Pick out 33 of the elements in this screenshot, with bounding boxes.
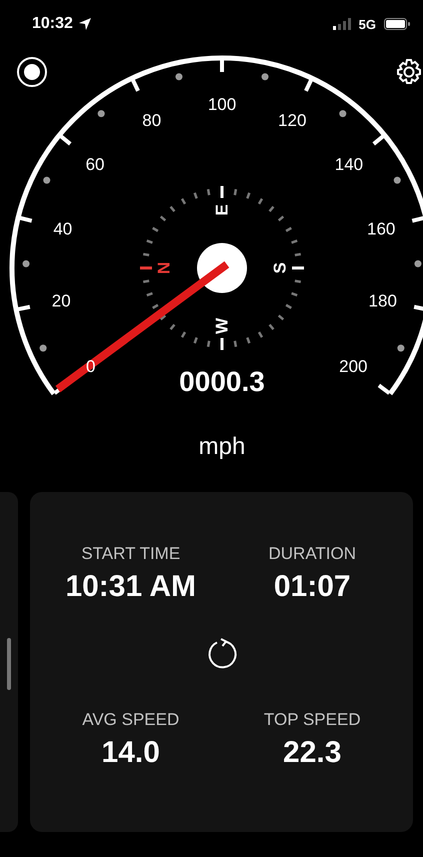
compass-letter: E (212, 204, 232, 216)
compass-letter: S (270, 262, 290, 274)
compass-letter: W (212, 318, 232, 334)
stat-label: DURATION (268, 544, 356, 564)
speed-unit: mph (198, 433, 246, 460)
stat-label: AVG SPEED (82, 710, 180, 730)
network-label: 5G (358, 16, 376, 32)
scale-label: 120 (278, 110, 306, 130)
stat-value: 10:31 AM (65, 570, 196, 604)
scroll-indicator (7, 638, 11, 690)
scale-label: 140 (334, 155, 364, 174)
speed-readout: 0000.3 (179, 366, 265, 397)
stat-label: START TIME (81, 544, 180, 564)
stat-value: 14.0 (102, 736, 160, 770)
needle-hub (197, 243, 247, 293)
status-time: 10:32 (32, 15, 73, 33)
stat-label: TOP SPEED (264, 710, 361, 730)
stat-value: 22.3 (283, 736, 342, 770)
scale-label: 200 (339, 357, 368, 376)
location-arrow-icon (78, 17, 92, 31)
signal-icon (332, 18, 351, 30)
scale-label: 180 (368, 292, 397, 311)
scale-label: 80 (142, 110, 162, 130)
record-button[interactable] (17, 57, 47, 87)
scale-label: 20 (52, 292, 71, 311)
scale-label: 160 (367, 220, 396, 239)
scale-label: 40 (53, 220, 72, 239)
settings-icon[interactable] (395, 58, 423, 86)
scale-label: 100 (208, 95, 236, 114)
compass-letter: N (154, 262, 174, 274)
stat-value: 01:07 (274, 570, 351, 604)
battery-icon (384, 18, 410, 30)
scale-label: 60 (86, 155, 105, 174)
